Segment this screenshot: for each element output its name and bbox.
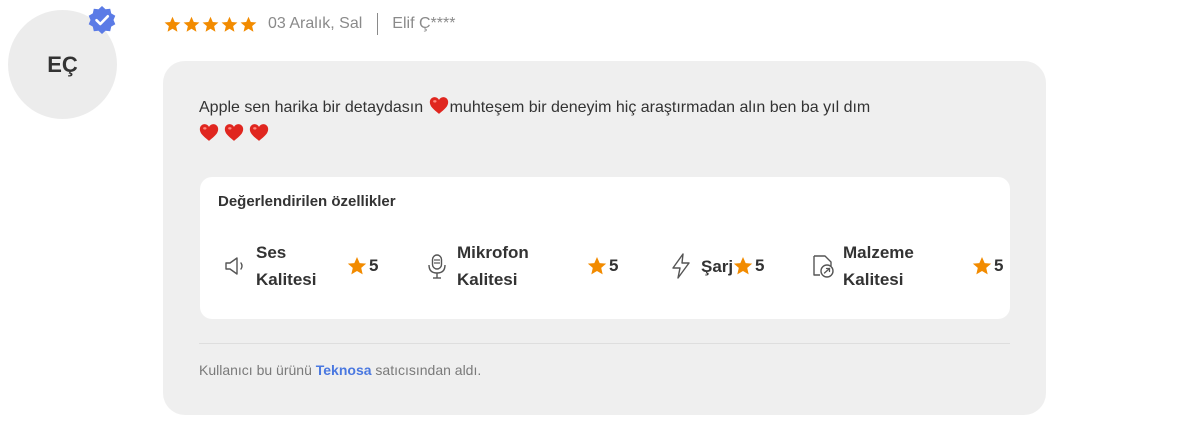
star-icon	[221, 16, 238, 32]
feature-rating: 5	[346, 255, 378, 277]
seller-suffix: satıcısından aldı.	[375, 362, 482, 378]
feature-label: Mikrofon Kalitesi	[457, 243, 529, 289]
feature-material-quality: Malzeme Kalitesi 5	[809, 237, 1009, 295]
feature-label: Malzeme Kalitesi	[843, 243, 914, 289]
feature-charging: Şarj 5	[667, 237, 777, 295]
review-date: 03 Aralık, Sal	[268, 15, 363, 32]
verified-badge-icon	[88, 6, 116, 34]
heart-emoji-icon	[199, 124, 219, 141]
microphone-icon	[428, 254, 446, 279]
heart-emoji-icon	[429, 97, 448, 114]
seller-info: Kullanıcı bu ürünü Teknosa satıcısından …	[199, 362, 481, 378]
feature-rating: 5	[971, 255, 1003, 277]
star-icon	[587, 257, 607, 275]
feature-label: Ses Kalitesi	[256, 243, 317, 289]
star-icon	[183, 16, 200, 32]
heart-emoji-icon	[224, 124, 244, 141]
feature-rating: 5	[732, 255, 764, 277]
comment-text-part1: Apple sen harika bir detaydasın	[199, 99, 424, 116]
review-meta: 03 Aralık, Sal Elif Ç****	[163, 12, 455, 36]
speaker-icon	[225, 257, 243, 275]
feature-rating: 5	[586, 255, 618, 277]
review-author: Elif Ç****	[392, 15, 456, 32]
comment-hearts	[199, 121, 999, 145]
meta-separator	[377, 13, 379, 35]
avatar-initials: EÇ	[47, 51, 78, 77]
star-icon	[164, 16, 181, 32]
seller-prefix: Kullanıcı bu ürünü	[199, 362, 312, 378]
comment-text-part2: muhteşem bir deneyim hiç araştırmadan al…	[449, 99, 871, 116]
feature-label: Şarj	[701, 256, 734, 276]
review-card: Apple sen harika bir detaydasın muhteşem…	[163, 61, 1046, 415]
heart-emoji-icon	[249, 124, 269, 141]
star-icon	[972, 257, 992, 275]
rated-features-panel: Değerlendirilen özellikler Ses Kalitesi …	[200, 177, 1010, 319]
review-comment: Apple sen harika bir detaydasın muhteşem…	[199, 94, 999, 145]
material-quality-icon	[813, 255, 834, 278]
star-icon	[733, 257, 753, 275]
features-title: Değerlendirilen özellikler	[218, 193, 396, 210]
star-icon	[202, 16, 219, 32]
star-icon	[347, 257, 367, 275]
rating-stars	[163, 15, 258, 34]
lightning-icon	[672, 253, 690, 279]
seller-link[interactable]: Teknosa	[316, 362, 372, 378]
feature-microphone-quality: Mikrofon Kalitesi 5	[423, 237, 623, 295]
feature-sound-quality: Ses Kalitesi 5	[222, 237, 382, 295]
star-icon	[240, 16, 257, 32]
reviewer-avatar-wrap: EÇ	[8, 6, 117, 119]
divider	[199, 343, 1010, 344]
